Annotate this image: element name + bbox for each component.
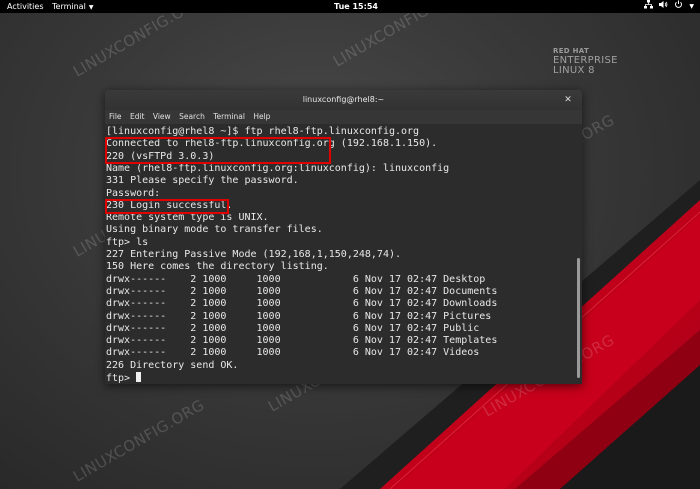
activities-button[interactable]: Activities bbox=[7, 0, 44, 13]
terminal-line: Remote system type is UNIX. bbox=[106, 212, 269, 224]
terminal-line: drwx------ 2 1000 1000 6 Nov 17 02:47 Do… bbox=[106, 298, 498, 310]
terminal-prompt-line[interactable]: ftp> bbox=[106, 372, 142, 384]
close-icon[interactable]: ✕ bbox=[562, 90, 574, 110]
window-titlebar[interactable]: linuxconfig@rhel8:~ ✕ bbox=[105, 90, 582, 110]
terminal-line: 220 (vsFTPd 3.0.3) bbox=[106, 150, 215, 162]
chevron-down-icon: ▼ bbox=[88, 4, 94, 11]
terminal-line: Password: bbox=[106, 187, 161, 199]
terminal-line: 226 Directory send OK. bbox=[106, 359, 239, 371]
scrollbar[interactable] bbox=[577, 258, 580, 378]
menu-file[interactable]: File bbox=[109, 112, 122, 121]
top-bar: Activities Terminal ▼ Tue 15:54 ▼ bbox=[0, 0, 700, 13]
terminal-output[interactable]: [linuxconfig@rhel8 ~]$ ftp rhel8-ftp.lin… bbox=[105, 124, 574, 384]
terminal-line: 230 Login successful. bbox=[106, 199, 233, 211]
menu-bar: File Edit View Search Terminal Help bbox=[105, 110, 582, 124]
terminal-line: 331 Please specify the password. bbox=[106, 175, 299, 187]
system-tray[interactable]: ▼ bbox=[644, 0, 694, 13]
red-hat-logo: RED HAT ENTERPRISE LINUX 8 bbox=[553, 46, 618, 76]
terminal-line: drwx------ 2 1000 1000 6 Nov 17 02:47 Te… bbox=[106, 335, 498, 347]
terminal-line: ftp> ls bbox=[106, 236, 149, 248]
clock[interactable]: Tue 15:54 bbox=[334, 0, 378, 13]
terminal-window[interactable]: linuxconfig@rhel8:~ ✕ File Edit View Sea… bbox=[105, 90, 582, 384]
terminal-line: [linuxconfig@rhel8 ~]$ ftp rhel8-ftp.lin… bbox=[106, 126, 420, 137]
network-icon bbox=[644, 0, 654, 14]
text-cursor bbox=[136, 372, 142, 382]
menu-view[interactable]: View bbox=[153, 112, 171, 121]
app-menu-label: Terminal bbox=[52, 2, 86, 11]
terminal-line: drwx------ 2 1000 1000 6 Nov 17 02:47 Do… bbox=[106, 285, 498, 297]
terminal-line: drwx------ 2 1000 1000 6 Nov 17 02:47 Vi… bbox=[106, 347, 480, 359]
menu-help[interactable]: Help bbox=[253, 112, 270, 121]
terminal-line: Name (rhel8-ftp.linuxconfig.org:linuxcon… bbox=[106, 162, 450, 174]
terminal-prompt: ftp> bbox=[106, 373, 137, 384]
terminal-line: Connected to rhel8-ftp.linuxconfig.org (… bbox=[106, 138, 438, 150]
window-title: linuxconfig@rhel8:~ bbox=[302, 95, 385, 104]
app-menu-button[interactable]: Terminal ▼ bbox=[52, 0, 93, 14]
menu-search[interactable]: Search bbox=[179, 112, 205, 121]
chevron-down-icon: ▼ bbox=[689, 3, 694, 10]
logo-line-3: LINUX 8 bbox=[553, 65, 595, 76]
menu-terminal[interactable]: Terminal bbox=[213, 112, 245, 121]
terminal-line: drwx------ 2 1000 1000 6 Nov 17 02:47 De… bbox=[106, 273, 486, 285]
terminal-line: 150 Here comes the directory listing. bbox=[106, 261, 329, 273]
volume-icon bbox=[659, 0, 668, 14]
terminal-line: drwx------ 2 1000 1000 6 Nov 17 02:47 Pi… bbox=[106, 310, 492, 322]
terminal-line: drwx------ 2 1000 1000 6 Nov 17 02:47 Pu… bbox=[106, 322, 480, 334]
terminal-line: Using binary mode to transfer files. bbox=[106, 224, 323, 236]
menu-edit[interactable]: Edit bbox=[130, 112, 145, 121]
power-icon bbox=[674, 0, 683, 14]
terminal-line: 227 Entering Passive Mode (192,168,1,150… bbox=[106, 249, 402, 260]
